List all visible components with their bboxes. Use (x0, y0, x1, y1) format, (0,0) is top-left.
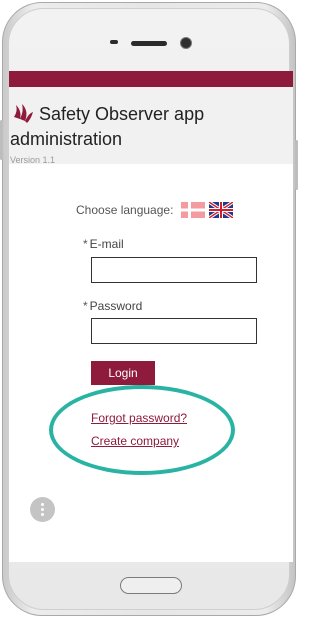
volume-button (0, 120, 3, 160)
create-company-link[interactable]: Create company (91, 434, 179, 448)
email-label: * E-mail (83, 237, 124, 251)
password-label: * Password (83, 299, 142, 313)
page-title-line2: administration (10, 129, 123, 149)
password-label-text: Password (89, 299, 143, 313)
home-button[interactable] (120, 577, 182, 594)
version-label: Version 1.1 (10, 155, 56, 165)
required-marker: * (83, 299, 88, 313)
proximity-sensor (110, 40, 118, 44)
language-label: Choose language: (76, 203, 174, 217)
email-label-text: E-mail (89, 237, 124, 251)
uk-flag-icon[interactable] (209, 202, 233, 218)
earpiece-speaker (131, 41, 167, 46)
app-screen: Safety Observer app administration Versi… (9, 71, 293, 562)
email-field[interactable] (91, 257, 257, 283)
highlight-circle (49, 385, 235, 475)
page-title: Safety Observer app (39, 104, 205, 124)
required-marker: * (83, 237, 88, 251)
login-button[interactable]: Login (91, 361, 155, 385)
forgot-password-link[interactable]: Forgot password? (91, 411, 187, 425)
company-logo-icon (14, 104, 33, 123)
top-bar (9, 71, 293, 87)
power-button (295, 140, 298, 190)
header (9, 87, 293, 164)
more-vertical-icon[interactable] (30, 497, 55, 522)
danish-flag-icon[interactable] (181, 202, 205, 218)
front-camera (180, 37, 192, 49)
password-field[interactable] (91, 318, 257, 344)
